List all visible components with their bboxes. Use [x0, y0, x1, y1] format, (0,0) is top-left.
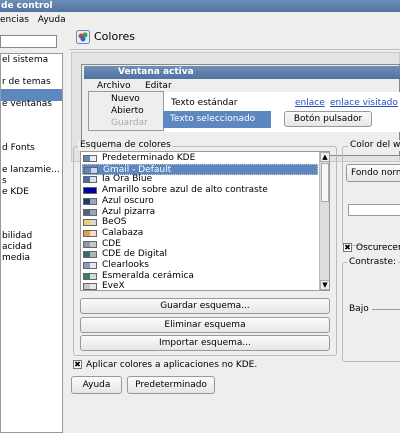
scheme-list-item[interactable]: Esmeralda cerámica — [82, 271, 318, 282]
import-scheme-button[interactable]: Importar esquema... — [80, 335, 330, 351]
sidebar-item[interactable]: s — [1, 176, 7, 187]
preview-active-titlebar: Ventana activa — [84, 66, 400, 79]
sidebar-item[interactable]: acidad — [1, 242, 32, 253]
help-button[interactable]: Ayuda — [71, 376, 122, 394]
sidebar-item[interactable]: media — [1, 253, 30, 264]
scheme-list[interactable]: Predeterminado KDE Gmail - Default Ia Ora … — [80, 151, 330, 291]
scheme-swatch-icon — [83, 187, 97, 195]
scheme-name: Amarillo sobre azul de alto contraste — [102, 185, 268, 196]
scheme-name: Clearlooks — [102, 260, 149, 270]
preview-menu-item-disabled: Guardar — [111, 118, 148, 128]
scheme-name: BeOS — [102, 217, 127, 228]
scheme-name: CDE de Digital — [102, 249, 168, 260]
widget-color-group — [342, 146, 400, 246]
scheme-list-item[interactable]: Gmail - Default — [82, 163, 318, 175]
preview-link: enlace — [295, 98, 325, 108]
search-input[interactable] — [0, 35, 57, 48]
delete-scheme-button[interactable]: Eliminar esquema — [80, 317, 330, 333]
scheme-name: Esmeralda cerámica — [102, 270, 194, 281]
window-titlebar: de control — [0, 0, 400, 12]
color-palette-icon — [76, 30, 90, 44]
scheme-name: Azul pizarra — [102, 206, 156, 217]
widget-color-combo[interactable]: Fondo norm — [346, 164, 400, 182]
sidebar-item[interactable]: bilidad — [1, 231, 32, 242]
preview-standard-text: Texto estándar — [171, 98, 238, 108]
scheme-list-item[interactable]: CDE de Digital — [82, 249, 318, 260]
sidebar-item[interactable]: r de temas — [1, 77, 51, 88]
scheme-list-item[interactable]: Azul oscuro — [82, 196, 318, 207]
apply-non-kde-checkbox[interactable]: ✖ — [73, 360, 82, 369]
preview-visited-link: enlace visitado — [330, 98, 398, 108]
sidebar-item[interactable]: el sistema — [1, 55, 48, 66]
scheme-list-item[interactable]: Predeterminado KDE — [82, 153, 318, 164]
menu-item-help[interactable]: Ayuda — [38, 15, 66, 25]
colors-module: Colores Ventana activa Archivo Editar Nu… — [64, 28, 400, 400]
scheme-name: EveX — [102, 281, 125, 291]
page-title: Colores — [94, 30, 135, 43]
widget-color-button[interactable] — [348, 204, 400, 216]
scheme-list-item[interactable]: Azul pizarra — [82, 207, 318, 218]
scheme-name: Azul oscuro — [102, 195, 154, 206]
sidebar-item[interactable]: d Fonts — [1, 143, 35, 154]
preview-push-button: Botón pulsador — [284, 111, 372, 127]
scheme-swatch-icon — [83, 208, 97, 216]
scrollbar-thumb[interactable] — [321, 163, 329, 202]
preview-menu-item: Abierto — [111, 106, 144, 116]
sidebar-item[interactable]: e lanzamie... — [1, 165, 60, 176]
menu-item-preferences[interactable]: encias — [0, 15, 29, 25]
widget-color-group-label: Color del w — [348, 140, 400, 151]
preview-selected-text: Texto seleccionado — [163, 111, 271, 128]
menubar: encias Ayuda — [0, 12, 400, 28]
scheme-list-item[interactable]: CDE — [82, 239, 318, 250]
scheme-swatch-icon — [83, 251, 97, 259]
save-scheme-button[interactable]: Guardar esquema... — [80, 298, 330, 314]
scheme-swatch-icon — [83, 197, 97, 205]
window-title: de control — [1, 1, 53, 11]
apply-non-kde-label: Aplicar colores a aplicaciones no KDE. — [86, 360, 258, 370]
scheme-group-label: Esquema de colores — [78, 140, 173, 151]
header-divider — [70, 49, 400, 50]
contrast-low-label: Bajo — [349, 304, 369, 314]
sidebar: el sistema r de temas e ventanas d Fonts… — [0, 28, 64, 433]
scheme-list-item[interactable]: BeOS — [82, 217, 318, 228]
scheme-list-item[interactable]: Ia Ora Blue — [82, 174, 318, 185]
sidebar-item[interactable]: e ventanas — [1, 99, 52, 110]
preview-menu-item: Nuevo — [111, 94, 140, 104]
scheme-swatch-icon — [83, 229, 97, 237]
scheme-list-scrollbar[interactable]: ▲ ▼ — [319, 152, 329, 290]
contrast-slider[interactable] — [372, 309, 400, 310]
scheme-swatch-icon — [84, 166, 98, 174]
shade-checkbox[interactable]: ✖ — [343, 243, 352, 252]
preview-active-title: Ventana activa — [118, 67, 194, 77]
scheme-swatch-icon — [83, 283, 97, 290]
scroll-down-icon[interactable]: ▼ — [320, 280, 329, 290]
scheme-list-item[interactable]: Calabaza — [82, 228, 318, 239]
sidebar-item[interactable]: e KDE — [1, 187, 29, 198]
scheme-name: Calabaza — [102, 227, 144, 238]
scheme-swatch-icon — [83, 155, 97, 162]
scheme-list-item[interactable]: Clearlooks — [82, 260, 318, 271]
module-tree: el sistema r de temas e ventanas d Fonts… — [0, 53, 63, 433]
scheme-swatch-icon — [83, 272, 97, 280]
contrast-label: Contraste: — [347, 257, 399, 268]
preview-dropdown: Nuevo Abierto Guardar — [88, 91, 164, 131]
scheme-name: Ia Ora Blue — [102, 174, 153, 185]
scroll-up-icon[interactable]: ▲ — [320, 152, 329, 162]
scheme-swatch-icon — [83, 240, 97, 248]
scheme-swatch-icon — [83, 219, 97, 227]
scheme-list-item[interactable]: EveX — [82, 281, 318, 291]
scheme-list-item[interactable]: Amarillo sobre azul de alto contraste — [82, 185, 318, 196]
scheme-swatch-icon — [83, 176, 97, 184]
defaults-button[interactable]: Predeterminado — [127, 376, 215, 394]
scheme-swatch-icon — [83, 262, 97, 269]
shade-label: Oscurecer — [356, 243, 400, 253]
scheme-name: Predeterminado KDE — [102, 153, 196, 163]
scheme-name: CDE — [102, 238, 121, 249]
